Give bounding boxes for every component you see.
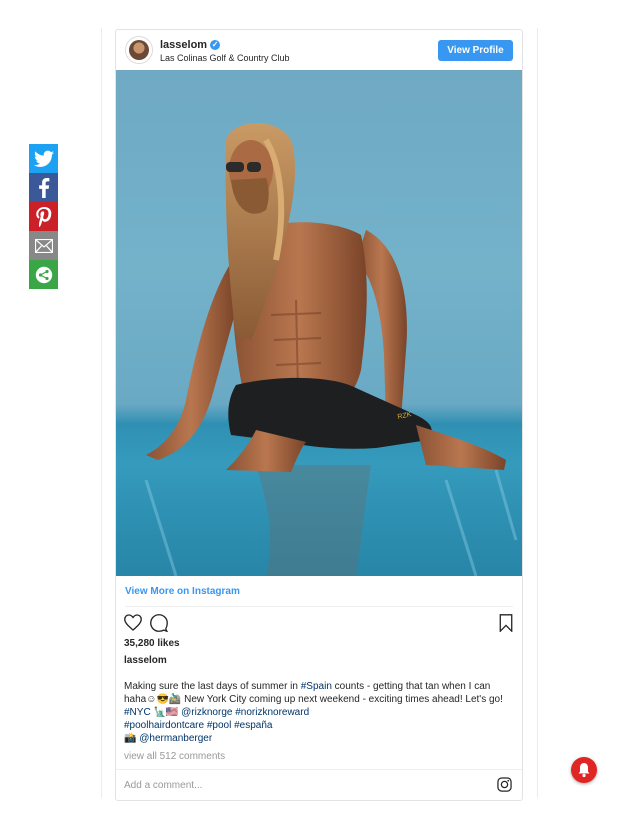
instagram-icon[interactable] [497,777,512,792]
view-all-comments-link[interactable]: view all 512 comments [124,751,225,762]
camera-emoji: 📸 [124,733,140,744]
right-column-border [537,28,538,798]
post-caption: Making sure the last days of summer in #… [124,680,512,745]
left-column-border [101,28,102,798]
add-comment-input[interactable]: Add a comment... [124,780,202,791]
share-more-icon [35,266,52,283]
facebook-share-button[interactable] [29,173,58,202]
bell-icon [578,763,590,778]
photo-illustration: RZK [116,123,522,576]
avatar-image [129,40,149,60]
divider [116,769,522,770]
hashtag-link[interactable]: #Spain [301,681,332,692]
heart-icon[interactable] [124,614,142,631]
pinterest-share-button[interactable] [29,202,58,231]
mention-link[interactable]: @rizknorge #norizknoreward [181,707,309,718]
post-actions [116,612,522,634]
more-share-button[interactable] [29,260,58,289]
bookmark-icon[interactable] [499,614,513,632]
twitter-icon [33,150,54,167]
mention-link[interactable]: @hermanberger [139,733,212,744]
view-profile-button[interactable]: View Profile [438,40,513,61]
caption-author[interactable]: lasselom [124,655,167,666]
hashtag-link[interactable]: #poolhairdontcare #pool #españa [124,720,272,731]
post-header: lasselom ✓ Las Colinas Golf & Country Clu… [116,30,522,70]
location-link[interactable]: Las Colinas Golf & Country Club [160,53,290,63]
verified-badge-icon: ✓ [210,40,221,50]
twitter-share-button[interactable] [29,144,58,173]
caption-text: 🗽🇺🇸 [150,707,182,718]
email-icon [34,238,53,253]
divider [125,606,513,607]
instagram-embed-card: lasselom ✓ Las Colinas Golf & Country Clu… [115,29,523,801]
comment-bubble-icon[interactable] [150,614,168,632]
username[interactable]: lasselom [160,39,207,51]
facebook-icon [38,177,49,198]
caption-text: Making sure the last days of summer in [124,681,301,692]
username-row: lasselom ✓ [160,39,221,51]
notification-bell-button[interactable] [571,757,597,783]
pinterest-icon [35,206,51,227]
hashtag-link[interactable]: #NYC [124,707,151,718]
email-share-button[interactable] [29,231,58,260]
avatar[interactable] [125,36,153,64]
social-share-bar [29,144,58,289]
post-photo[interactable]: RZK [116,70,522,576]
likes-count[interactable]: 35,280 likes [124,638,180,649]
view-more-on-instagram-link[interactable]: View More on Instagram [125,586,240,597]
